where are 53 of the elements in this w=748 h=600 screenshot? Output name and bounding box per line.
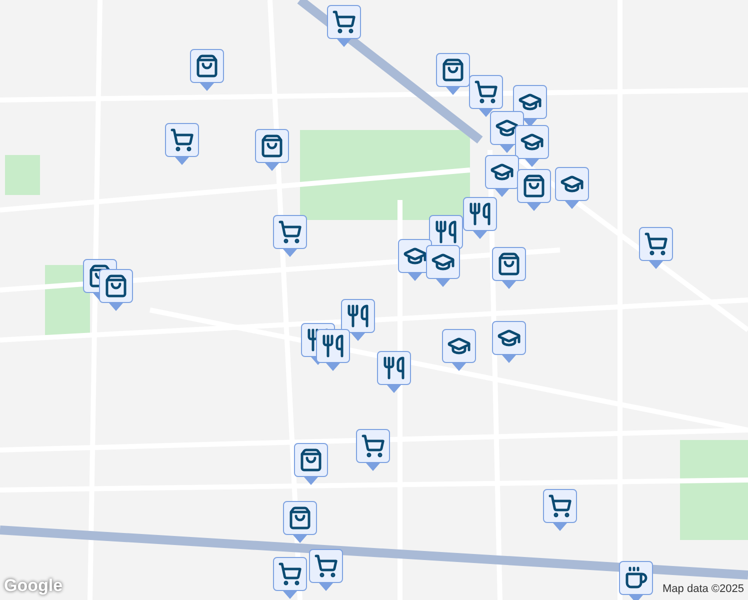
map-marker[interactable]	[469, 75, 503, 117]
fork-and-knife-icon	[468, 202, 492, 226]
map-marker[interactable]	[327, 5, 361, 47]
map-marker[interactable]	[316, 329, 350, 371]
shopping-bag-icon	[299, 448, 323, 472]
map-marker[interactable]	[515, 125, 549, 167]
map-marker[interactable]	[442, 329, 476, 371]
map-marker[interactable]	[294, 443, 328, 485]
map-marker[interactable]	[309, 549, 343, 591]
shopping-cart-icon	[170, 128, 194, 152]
map-marker[interactable]	[619, 561, 653, 600]
shopping-bag-icon	[441, 58, 465, 82]
map-marker[interactable]	[492, 321, 526, 363]
coffee-cup-icon	[624, 566, 648, 590]
map-marker[interactable]	[283, 501, 317, 543]
map-marker[interactable]	[517, 169, 551, 211]
shopping-cart-icon	[332, 10, 356, 34]
shopping-cart-icon	[361, 434, 385, 458]
map-marker[interactable]	[273, 557, 307, 599]
map-logo[interactable]: Google	[4, 572, 63, 598]
map-marker[interactable]	[273, 215, 307, 257]
shopping-cart-icon	[644, 232, 668, 256]
map-marker[interactable]	[341, 299, 375, 341]
shopping-cart-icon	[314, 554, 338, 578]
map-marker[interactable]	[639, 227, 673, 269]
shopping-bag-icon	[522, 174, 546, 198]
fork-and-knife-icon	[382, 356, 406, 380]
shopping-cart-icon	[474, 80, 498, 104]
map-marker[interactable]	[165, 123, 199, 165]
map-marker[interactable]	[513, 85, 547, 127]
shopping-cart-icon	[278, 562, 302, 586]
map-marker[interactable]	[99, 269, 133, 311]
shopping-bag-icon	[104, 274, 128, 298]
fork-and-knife-icon	[346, 304, 370, 328]
shopping-cart-icon	[548, 494, 572, 518]
shopping-bag-icon	[260, 134, 284, 158]
map-marker[interactable]	[255, 129, 289, 171]
map-marker[interactable]	[463, 197, 497, 239]
map-marker[interactable]	[356, 429, 390, 471]
map-marker[interactable]	[436, 53, 470, 95]
map-marker[interactable]	[485, 155, 519, 197]
shopping-cart-icon	[278, 220, 302, 244]
map-marker[interactable]	[492, 247, 526, 289]
fork-and-knife-icon	[321, 334, 345, 358]
shopping-bag-icon	[288, 506, 312, 530]
map-marker[interactable]	[426, 245, 460, 287]
shopping-bag-icon	[195, 54, 219, 78]
map-marker[interactable]	[377, 351, 411, 393]
shopping-bag-icon	[497, 252, 521, 276]
map-marker[interactable]	[543, 489, 577, 531]
fork-and-knife-icon	[434, 220, 458, 244]
map-marker[interactable]	[555, 167, 589, 209]
map-marker[interactable]	[190, 49, 224, 91]
